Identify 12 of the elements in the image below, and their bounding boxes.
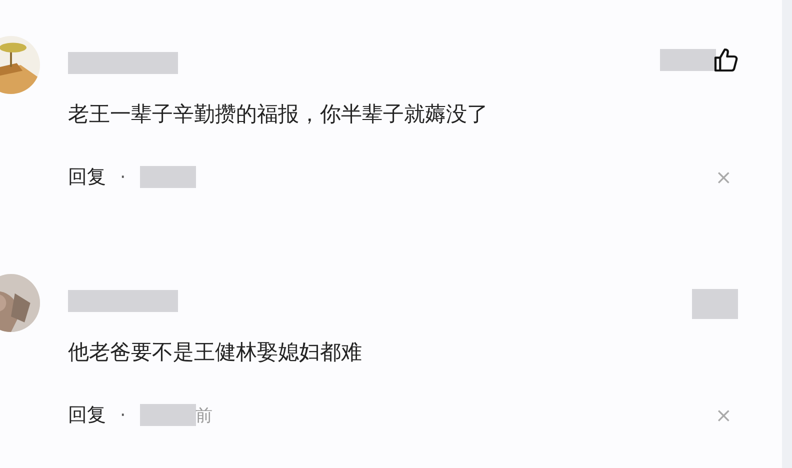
separator-dot: ·: [120, 166, 126, 188]
separator-dot: ·: [120, 404, 126, 426]
comment-text: 老王一辈子辛勤攒的福报，你半辈子就薅没了: [68, 101, 489, 128]
comment-text: 他老爸要不是王健林娶媳妇都难: [68, 339, 363, 366]
thumbs-up-icon: [712, 46, 740, 74]
timestamp: 前: [196, 404, 213, 426]
redaction-block: [660, 49, 716, 71]
like-control[interactable]: [660, 46, 740, 74]
reply-button[interactable]: 回复: [68, 164, 106, 190]
redaction-block: [140, 404, 196, 426]
reply-button[interactable]: 回复: [68, 402, 106, 428]
redaction-block: [140, 166, 196, 188]
